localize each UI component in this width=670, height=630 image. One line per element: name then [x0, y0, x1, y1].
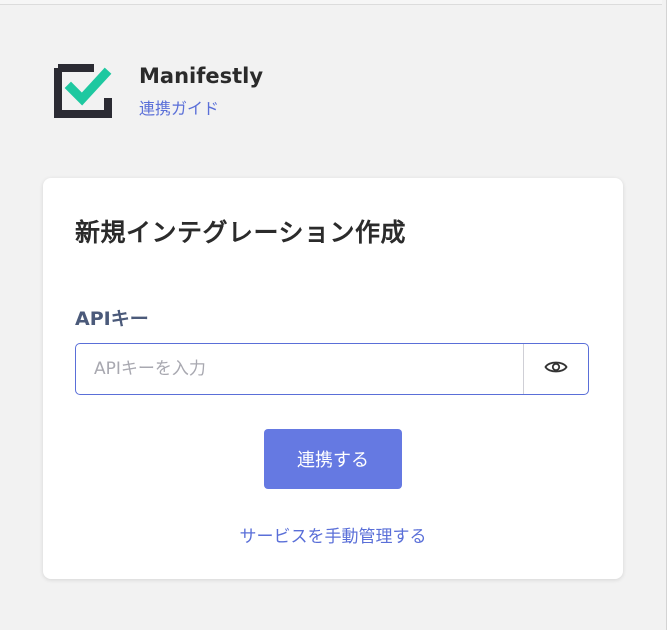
new-integration-card: 新規インテグレーション作成 APIキー 連携する サービスを手動管理する — [43, 178, 623, 579]
service-name: Manifestly — [139, 64, 264, 88]
integration-guide-link[interactable]: 連携ガイド — [139, 95, 219, 119]
api-key-label: APIキー — [75, 308, 149, 330]
connect-button[interactable]: 連携する — [264, 429, 402, 489]
toggle-visibility-button[interactable] — [523, 344, 588, 394]
eye-icon — [544, 359, 568, 379]
api-key-input[interactable] — [76, 344, 523, 394]
card-title: 新規インテグレーション作成 — [75, 218, 407, 247]
top-border — [0, 0, 662, 5]
api-key-input-group — [75, 343, 589, 395]
window-edge — [666, 0, 670, 630]
manual-manage-link[interactable]: サービスを手動管理する — [43, 522, 623, 547]
manifestly-logo-icon — [54, 62, 112, 120]
